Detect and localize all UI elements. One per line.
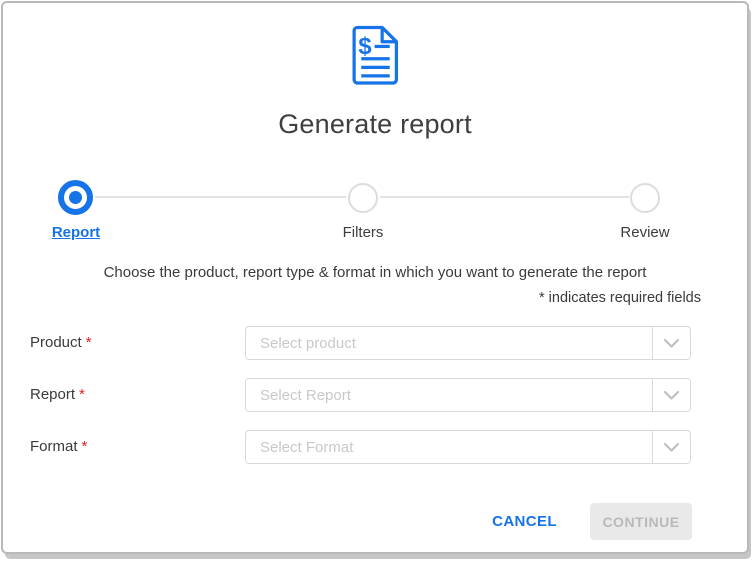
step-report-dot (69, 191, 82, 204)
product-select-chevron-button[interactable] (652, 327, 690, 359)
cancel-button[interactable]: CANCEL (492, 513, 557, 530)
format-label: Format * (30, 438, 88, 455)
report-document-icon: $ (3, 24, 747, 91)
format-select-placeholder: Select Format (260, 438, 354, 456)
step-label-filters: Filters (342, 224, 384, 241)
format-select-chevron-button[interactable] (652, 431, 690, 463)
step-report-indicator[interactable] (58, 180, 93, 215)
step-review-indicator[interactable] (630, 183, 660, 213)
report-required-marker: * (79, 386, 85, 403)
product-required-marker: * (85, 334, 92, 351)
chevron-down-icon (664, 338, 679, 347)
step-description: Choose the product, report type & format… (103, 264, 647, 281)
required-fields-note: * indicates required fields (538, 290, 701, 306)
report-select[interactable]: Select Report (245, 378, 691, 412)
stepper-connector-1 (95, 196, 346, 198)
step-filters-indicator[interactable] (348, 183, 378, 213)
product-label: Product * (30, 334, 92, 351)
chevron-down-icon (664, 442, 679, 451)
report-select-chevron-button[interactable] (652, 379, 690, 411)
report-select-placeholder: Select Report (260, 386, 351, 404)
format-select[interactable]: Select Format (245, 430, 691, 464)
report-label: Report * (30, 386, 85, 403)
product-select-placeholder: Select product (260, 334, 356, 352)
page-title: Generate report (278, 109, 472, 139)
chevron-down-icon (664, 390, 679, 399)
step-label-report[interactable]: Report (16, 224, 136, 241)
continue-button[interactable]: CONTINUE (590, 503, 692, 540)
format-required-marker: * (81, 438, 88, 455)
svg-text:$: $ (358, 33, 371, 60)
stepper-connector-2 (380, 196, 629, 198)
generate-report-dialog: $ Generate report Report Filters Review … (1, 1, 749, 554)
product-select[interactable]: Select product (245, 326, 691, 360)
dialog-actions: CANCEL CONTINUE (492, 503, 692, 540)
step-label-review: Review (620, 224, 670, 241)
